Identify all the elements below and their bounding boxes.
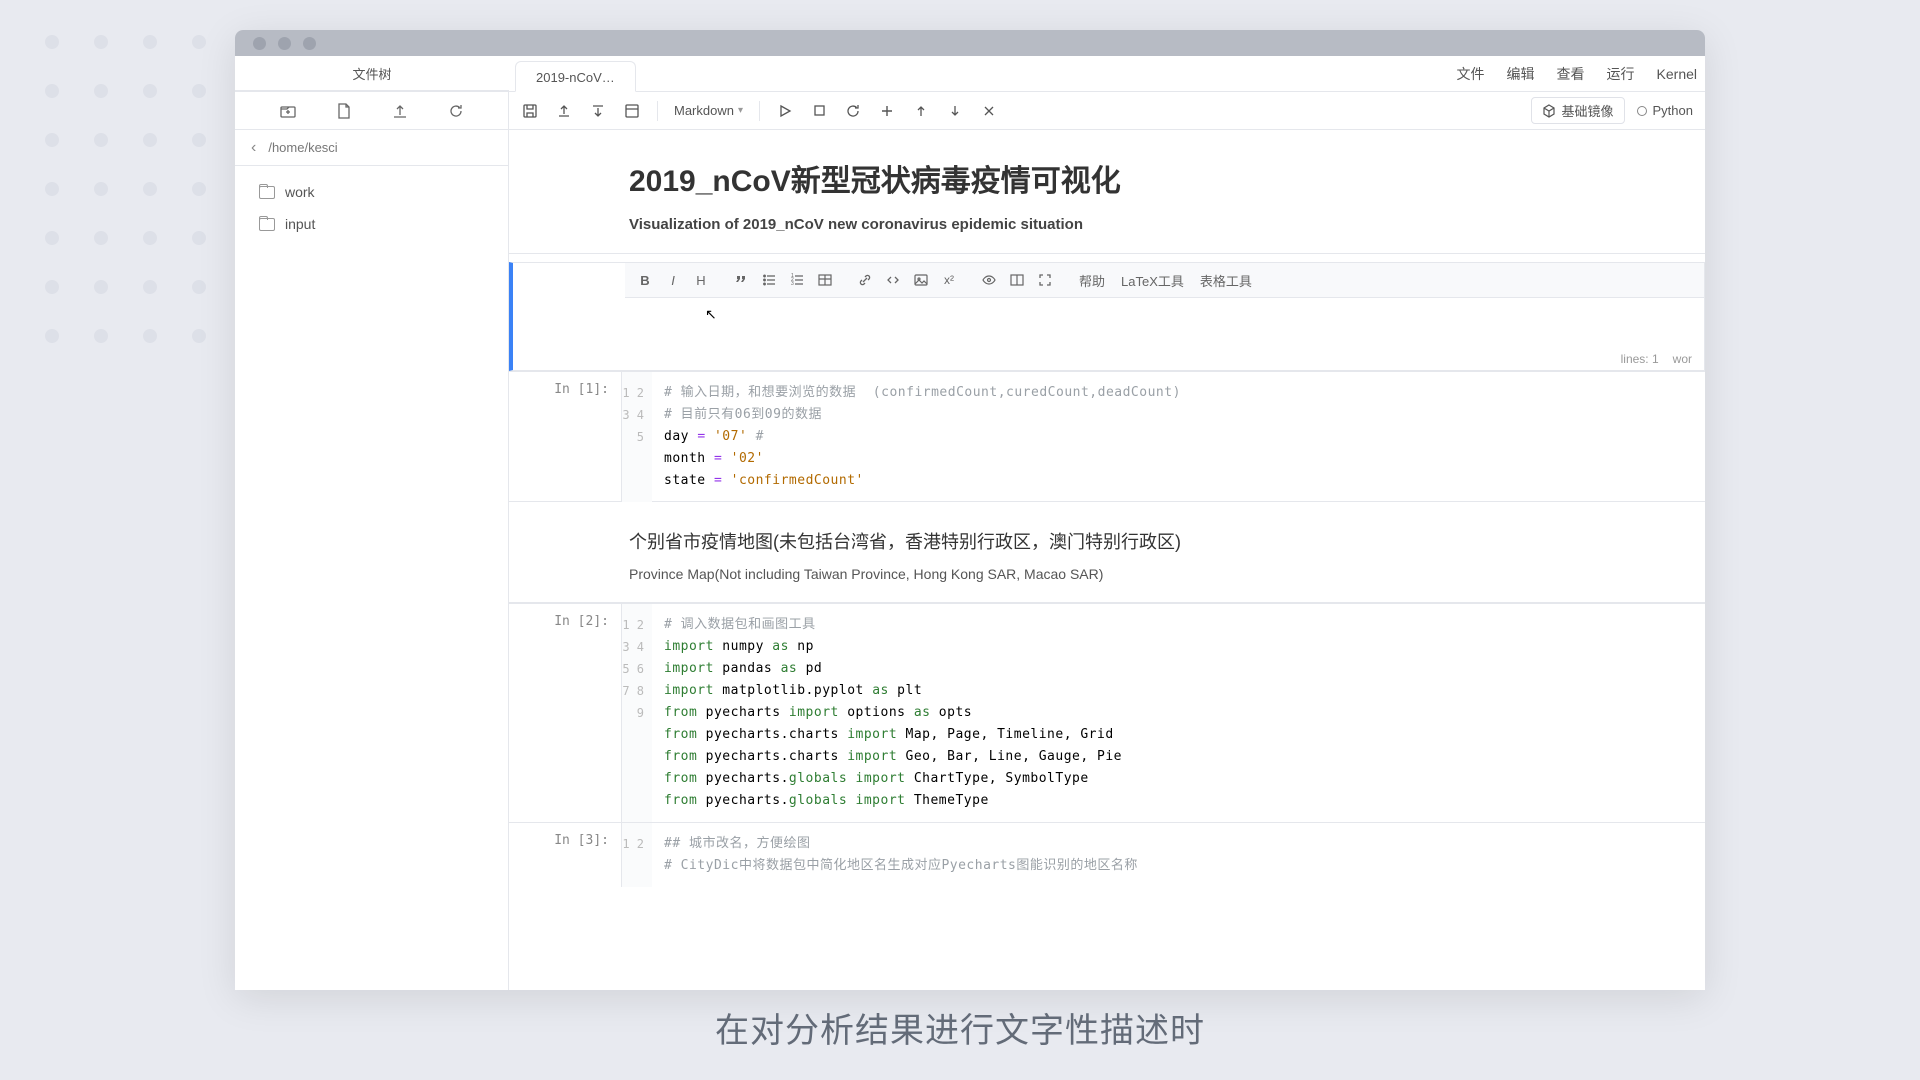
run-icon[interactable]	[776, 102, 794, 120]
cell-prompt: In [1]:	[509, 372, 621, 502]
folder-label: input	[285, 216, 315, 232]
chevron-left-icon[interactable]: ‹	[251, 139, 256, 157]
breadcrumb-path: /home/kesci	[268, 140, 337, 155]
video-caption: 在对分析结果进行文字性描述时	[0, 1003, 1920, 1052]
markdown-cell-title[interactable]: 2019_nCoV新型冠状病毒疫情可视化 Visualization of 20…	[509, 130, 1705, 254]
split-button[interactable]	[1005, 269, 1029, 291]
menu-run[interactable]: 运行	[1607, 64, 1635, 84]
folder-list: work input	[235, 166, 508, 250]
folder-icon	[259, 218, 275, 231]
menubar-row: 文件树 2019-nCoV… 文件 编辑 查看 运行 Kernel	[235, 56, 1705, 92]
notebook-toolbar: Markdown ▾ 基础镜像	[509, 92, 1705, 130]
preview-button[interactable]	[977, 269, 1001, 291]
menu-view[interactable]: 查看	[1557, 64, 1585, 84]
notebook[interactable]: 2019_nCoV新型冠状病毒疫情可视化 Visualization of 20…	[509, 130, 1705, 990]
formula-button[interactable]: x²	[937, 269, 961, 291]
cube-icon	[1542, 104, 1556, 118]
folder-item-input[interactable]: input	[235, 208, 508, 240]
code-content[interactable]: # 调入数据包和画图工具 import numpy as np import p…	[652, 604, 1705, 822]
folder-label: work	[285, 184, 315, 200]
delete-cell-icon[interactable]	[980, 102, 998, 120]
line-numbers: 1 2 3 4 5 6 7 8 9	[622, 604, 652, 822]
code-cell[interactable]: In [1]:1 2 3 4 5# 输入日期，和想要浏览的数据 (confirm…	[509, 371, 1705, 502]
cell-prompt: In [2]:	[509, 604, 621, 822]
traffic-light-zoom[interactable]	[303, 37, 316, 50]
line-numbers: 1 2 3 4 5	[622, 372, 652, 502]
latex-tool-button[interactable]: LaTeX工具	[1115, 271, 1190, 290]
help-button[interactable]: 帮助	[1073, 271, 1111, 290]
table-button[interactable]	[813, 269, 837, 291]
main: Markdown ▾ 基础镜像	[509, 92, 1705, 990]
cursor-pointer-icon: ↖	[705, 306, 717, 323]
new-file-icon[interactable]	[336, 103, 352, 119]
cell-prompt: In [3]:	[509, 823, 621, 887]
line-numbers: 1 2	[622, 823, 652, 887]
code-content[interactable]: ## 城市改名，方便绘图 # CityDic中将数据包中简化地区名生成对应Pye…	[652, 823, 1705, 887]
share-icon[interactable]	[589, 102, 607, 120]
italic-button[interactable]: I	[661, 269, 685, 291]
folder-icon	[259, 186, 275, 199]
ol-button[interactable]: 123	[785, 269, 809, 291]
markdown-editor-toolbar: B I H 123 x²	[625, 263, 1704, 298]
section-title: 个别省市疫情地图(未包括台湾省，香港特别行政区，澳门特别行政区)	[629, 528, 1655, 554]
restart-icon[interactable]	[844, 102, 862, 120]
folder-item-work[interactable]: work	[235, 176, 508, 208]
quote-button[interactable]	[729, 269, 753, 291]
move-down-icon[interactable]	[946, 102, 964, 120]
app-window: 文件树 2019-nCoV… 文件 编辑 查看 运行 Kernel ‹ /hom…	[235, 30, 1705, 990]
chevron-down-icon: ▾	[738, 105, 743, 116]
new-folder-icon[interactable]	[280, 103, 296, 119]
tabs-area: 2019-nCoV…	[509, 56, 1457, 91]
image-button[interactable]	[909, 269, 933, 291]
menubar: 文件 编辑 查看 运行 Kernel	[1457, 56, 1705, 91]
link-button[interactable]	[853, 269, 877, 291]
breadcrumb[interactable]: ‹ /home/kesci	[235, 130, 508, 166]
save-icon[interactable]	[521, 102, 539, 120]
code-cell[interactable]: In [2]:1 2 3 4 5 6 7 8 9# 调入数据包和画图工具 imp…	[509, 603, 1705, 822]
bold-button[interactable]: B	[633, 269, 657, 291]
heading-button[interactable]: H	[689, 269, 713, 291]
sidebar: ‹ /home/kesci work input	[235, 92, 509, 990]
stop-icon[interactable]	[810, 102, 828, 120]
publish-icon[interactable]	[623, 102, 641, 120]
sidebar-toolbar	[235, 92, 508, 130]
refresh-icon[interactable]	[448, 103, 464, 119]
doc-title: 2019_nCoV新型冠状病毒疫情可视化	[629, 156, 1655, 200]
doc-subtitle: Visualization of 2019_nCoV new coronavir…	[629, 216, 1655, 233]
markdown-editor-cell[interactable]: B I H 123 x²	[509, 262, 1705, 371]
code-cell[interactable]: In [3]:1 2## 城市改名，方便绘图 # CityDic中将数据包中简化…	[509, 822, 1705, 887]
traffic-light-close[interactable]	[253, 37, 266, 50]
code-content[interactable]: # 输入日期，和想要浏览的数据 (confirmedCount,curedCou…	[652, 372, 1705, 502]
cell-type-select[interactable]: Markdown ▾	[674, 103, 743, 118]
fullscreen-button[interactable]	[1033, 269, 1057, 291]
kernel-status-icon	[1637, 106, 1647, 116]
menu-kernel[interactable]: Kernel	[1657, 66, 1697, 82]
move-up-icon[interactable]	[912, 102, 930, 120]
svg-text:3: 3	[791, 281, 794, 287]
traffic-light-minimize[interactable]	[278, 37, 291, 50]
sidebar-header: 文件树	[235, 56, 509, 91]
background-dots	[45, 35, 206, 343]
markdown-editor-content[interactable]: ↖	[625, 298, 1704, 348]
ul-button[interactable]	[757, 269, 781, 291]
add-cell-icon[interactable]	[878, 102, 896, 120]
kernel-indicator[interactable]: Python	[1637, 103, 1693, 118]
menu-edit[interactable]: 编辑	[1507, 64, 1535, 84]
code-button[interactable]	[881, 269, 905, 291]
window-titlebar	[235, 30, 1705, 56]
markdown-cell[interactable]: 个别省市疫情地图(未包括台湾省，香港特别行政区，澳门特别行政区) Province…	[509, 501, 1705, 603]
upload-icon[interactable]	[392, 103, 408, 119]
editor-status: lines: 1 wor	[513, 348, 1704, 370]
menu-file[interactable]: 文件	[1457, 64, 1485, 84]
table-tool-button[interactable]: 表格工具	[1194, 271, 1258, 290]
export-icon[interactable]	[555, 102, 573, 120]
environment-pill[interactable]: 基础镜像	[1531, 97, 1625, 124]
section-subtitle: Province Map(Not including Taiwan Provin…	[629, 566, 1655, 582]
tab-active[interactable]: 2019-nCoV…	[515, 61, 636, 92]
